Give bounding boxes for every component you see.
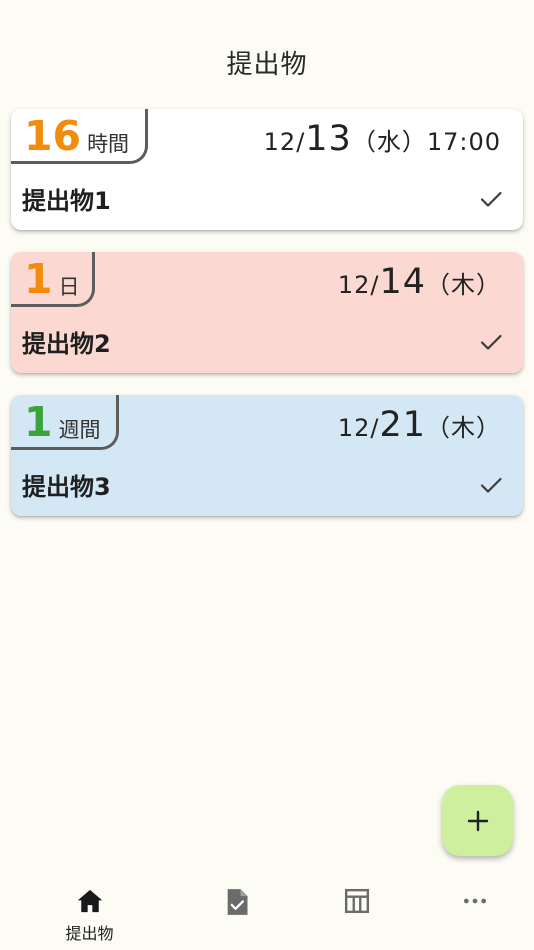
page-title: 提出物 — [226, 50, 308, 80]
submission-card[interactable]: 16 時間 12/13（水）17:00 提出物1 — [11, 109, 523, 230]
due-date: 12/21（木） — [338, 405, 501, 448]
remaining-unit: 時間 — [87, 132, 130, 156]
remaining-time-tab: 16 時間 — [11, 109, 148, 164]
submission-title: 提出物3 — [22, 473, 111, 501]
due-day: 21 — [379, 405, 426, 445]
due-day: 14 — [379, 262, 426, 302]
remaining-number: 1 — [24, 398, 53, 446]
add-submission-button[interactable] — [442, 785, 513, 856]
submission-card[interactable]: 1 週間 12/21（木） 提出物3 — [11, 395, 523, 516]
due-date: 12/14（木） — [338, 262, 501, 305]
home-icon — [77, 889, 102, 913]
nav-item-documents[interactable] — [170, 874, 303, 950]
due-date: 12/13（水）17:00 — [264, 119, 501, 162]
nav-label: 提出物 — [65, 924, 114, 943]
remaining-unit: 日 — [58, 275, 80, 299]
due-weekday: （木） — [426, 271, 501, 299]
nav-item-more[interactable] — [408, 874, 534, 950]
submission-card[interactable]: 1 日 12/14（木） 提出物2 — [11, 252, 523, 373]
checkmark-icon[interactable] — [479, 330, 503, 354]
due-weekday: （水） — [351, 128, 427, 156]
remaining-time-tab: 1 週間 — [11, 395, 119, 450]
document-check-icon — [227, 889, 247, 915]
due-day: 13 — [305, 119, 352, 159]
more-horizontal-icon — [463, 898, 486, 904]
remaining-time-tab: 1 日 — [11, 252, 95, 307]
plus-icon — [467, 810, 488, 831]
due-month: 12/ — [263, 128, 306, 156]
bottom-navigation: 提出物 — [0, 874, 534, 950]
submission-title: 提出物1 — [22, 187, 111, 215]
checkmark-icon[interactable] — [479, 187, 503, 211]
due-month: 12/ — [337, 271, 380, 299]
table-icon — [344, 888, 369, 914]
submission-title: 提出物2 — [22, 330, 111, 358]
remaining-number: 1 — [24, 255, 53, 303]
due-time: 17:00 — [426, 128, 501, 156]
due-weekday: （木） — [426, 414, 501, 442]
remaining-number: 16 — [24, 112, 82, 160]
nav-item-submissions[interactable]: 提出物 — [23, 874, 156, 950]
checkmark-icon[interactable] — [479, 473, 503, 497]
remaining-unit: 週間 — [58, 418, 101, 442]
nav-item-table[interactable] — [290, 874, 423, 950]
due-month: 12/ — [337, 414, 380, 442]
